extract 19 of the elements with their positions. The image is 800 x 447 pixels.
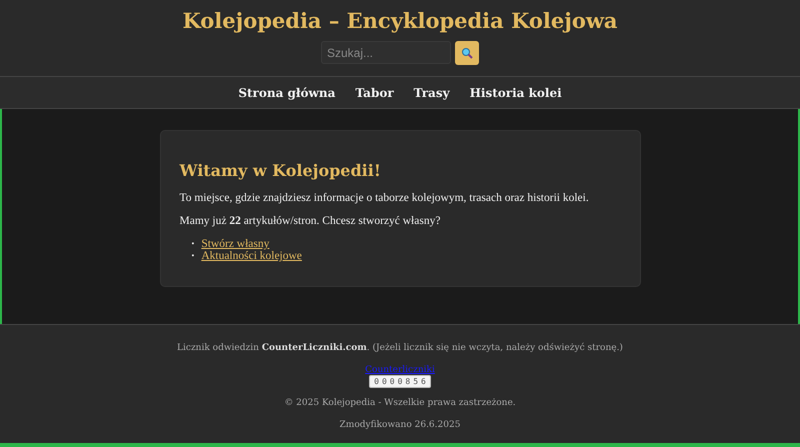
nav-link[interactable]: Tabor bbox=[355, 86, 394, 100]
visit-counter: 0000856 bbox=[369, 375, 431, 388]
counter-note: Licznik odwiedzin CounterLiczniki.com. (Jeżeli licznik się nie wczyta, należy odświeżyć stronę.) bbox=[177, 343, 623, 353]
search-field[interactable]: Szukaj... bbox=[321, 41, 451, 64]
nav-link[interactable]: Trasy bbox=[414, 86, 450, 100]
bullet: • bbox=[192, 250, 194, 262]
link[interactable]: Stwórz własny bbox=[201, 238, 270, 250]
bullet: • bbox=[192, 238, 194, 250]
site-title: Kolejopedia – Encyklopedia Kolejowa bbox=[182, 8, 618, 33]
paragraph: To miejsce, gdzie znajdziesz informacje o taborze kolejowym, trasach oraz historii kolei. bbox=[180, 192, 590, 204]
nav-link[interactable]: Strona główna bbox=[238, 86, 336, 100]
copyright: © 2025 Kolejopedia - Wszelkie prawa zastrzeżone. bbox=[284, 398, 516, 408]
welcome-heading: Witamy w Kolejopedii! bbox=[180, 161, 382, 180]
search-button[interactable] bbox=[455, 41, 479, 65]
link[interactable]: Aktualności kolejowe bbox=[201, 250, 302, 262]
modified-date: Zmodyfikowano 26.6.2025 bbox=[340, 420, 460, 430]
nav-link[interactable]: Historia kolei bbox=[470, 86, 562, 100]
paragraph: Mamy już 22 artykułów/stron. Chcesz stworzyć własny? bbox=[180, 215, 442, 227]
search-icon bbox=[461, 47, 473, 59]
